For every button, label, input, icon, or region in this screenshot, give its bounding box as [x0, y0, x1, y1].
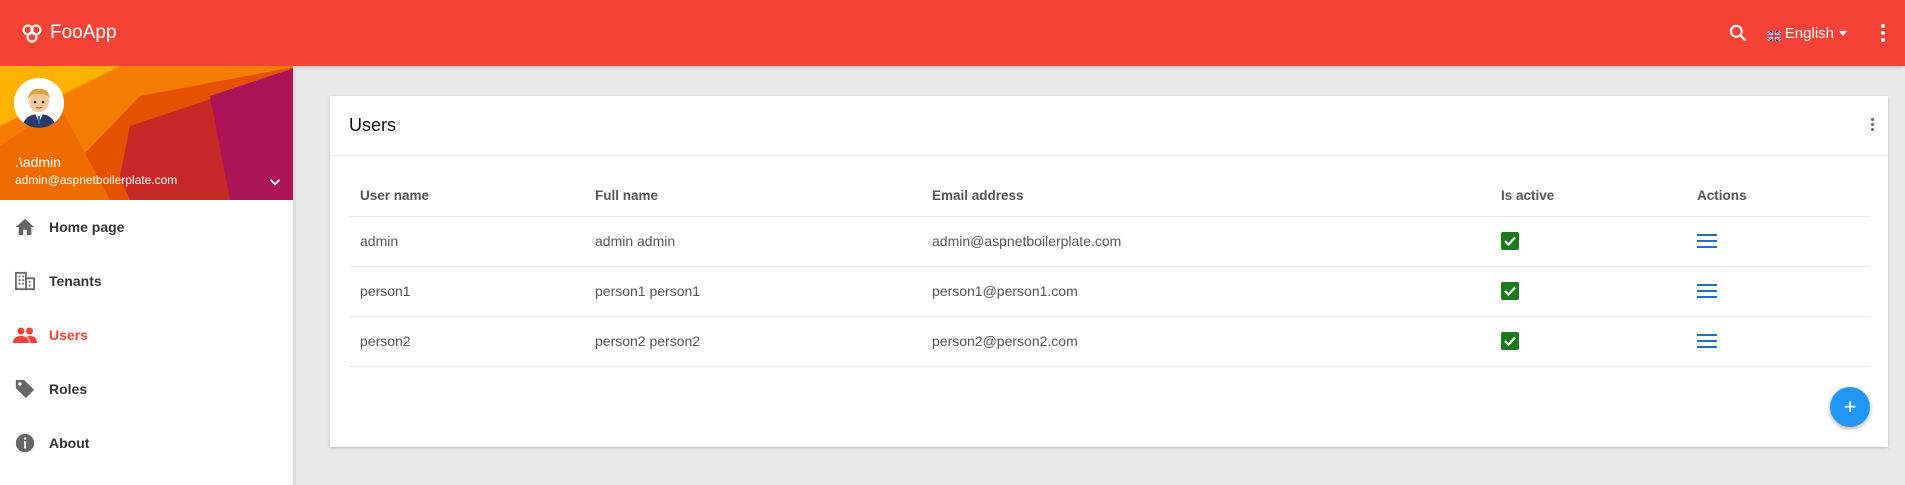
home-icon	[13, 215, 37, 239]
table-row: admin admin admin admin@aspnetboilerplat…	[349, 216, 1870, 267]
top-app-bar: FooApp English	[0, 0, 1905, 66]
sidebar-item-users[interactable]: Users	[0, 308, 293, 362]
more-vert-icon[interactable]	[1866, 118, 1878, 136]
column-header-username[interactable]: User name	[349, 176, 584, 217]
cell-active	[1490, 216, 1686, 267]
column-header-active[interactable]: Is active	[1490, 176, 1686, 217]
avatar	[14, 78, 64, 128]
column-header-actions: Actions	[1686, 176, 1870, 217]
cell-actions	[1686, 316, 1870, 367]
chevron-down-icon	[1839, 30, 1847, 36]
more-vert-icon[interactable]	[1873, 20, 1893, 46]
cell-active	[1490, 266, 1686, 317]
checkbox-checked-icon	[1501, 332, 1519, 350]
users-card: Users User name Full name Email address …	[330, 96, 1888, 447]
row-actions-menu-icon[interactable]	[1697, 331, 1719, 351]
info-icon	[13, 431, 37, 455]
building-icon	[13, 269, 37, 293]
cell-actions	[1686, 266, 1870, 317]
language-label: English	[1784, 24, 1834, 42]
cell-fullname: person1 person1	[584, 266, 921, 317]
table-header-row: User name Full name Email address Is act…	[349, 176, 1870, 217]
cell-email: person1@person1.com	[921, 266, 1490, 317]
uk-flag-icon	[1766, 28, 1782, 42]
sidebar-item-label: Home page	[49, 219, 125, 235]
sidebar-item-label: About	[49, 435, 90, 451]
table-row: person2 person2 person2 person2@person2.…	[349, 316, 1870, 367]
sidebar-item-roles[interactable]: Roles	[0, 362, 293, 416]
table-row: person1 person1 person1 person1@person1.…	[349, 266, 1870, 317]
column-header-fullname[interactable]: Full name	[584, 176, 921, 217]
cell-actions	[1686, 216, 1870, 267]
plus-icon: +	[1843, 394, 1857, 419]
row-actions-menu-icon[interactable]	[1697, 281, 1719, 301]
cell-username: person2	[349, 316, 584, 367]
search-icon	[1729, 24, 1747, 42]
user-info-banner: .\admin admin@aspnetboilerplate.com	[0, 66, 293, 200]
cell-username: admin	[349, 216, 584, 267]
cell-username: person1	[349, 266, 584, 317]
user-menu-chevron-icon[interactable]	[266, 173, 284, 191]
checkbox-checked-icon	[1501, 232, 1519, 250]
sidebar-item-label: Users	[49, 327, 88, 343]
sidebar-item-home[interactable]: Home page	[0, 200, 293, 254]
tag-icon	[13, 377, 37, 401]
column-header-email[interactable]: Email address	[921, 176, 1490, 217]
user-email: admin@aspnetboilerplate.com	[15, 173, 178, 187]
users-table: User name Full name Email address Is act…	[349, 176, 1870, 367]
sidebar-item-tenants[interactable]: Tenants	[0, 254, 293, 308]
cell-fullname: person2 person2	[584, 316, 921, 367]
add-user-button[interactable]: +	[1830, 387, 1870, 427]
cell-active	[1490, 316, 1686, 367]
sidebar-item-about[interactable]: About	[0, 416, 293, 470]
user-name: .\admin	[15, 154, 61, 170]
sidebar: .\admin admin@aspnetboilerplate.com Home…	[0, 66, 296, 485]
search-button[interactable]	[1725, 20, 1751, 46]
cell-fullname: admin admin	[584, 216, 921, 267]
card-header: Users	[330, 96, 1888, 156]
checkbox-checked-icon	[1501, 282, 1519, 300]
people-icon	[13, 323, 37, 347]
cell-email: admin@aspnetboilerplate.com	[921, 216, 1490, 267]
app-title: FooApp	[50, 22, 117, 43]
app-logo-icon	[20, 23, 46, 43]
sidebar-item-label: Tenants	[49, 273, 102, 289]
brand[interactable]: FooApp	[20, 22, 117, 44]
cell-email: person2@person2.com	[921, 316, 1490, 367]
row-actions-menu-icon[interactable]	[1697, 231, 1719, 251]
sidebar-menu: Home page Tenants Users Roles About	[0, 200, 293, 470]
page-title: Users	[349, 115, 397, 135]
sidebar-item-label: Roles	[49, 381, 88, 397]
language-selector[interactable]: English	[1766, 24, 1847, 42]
